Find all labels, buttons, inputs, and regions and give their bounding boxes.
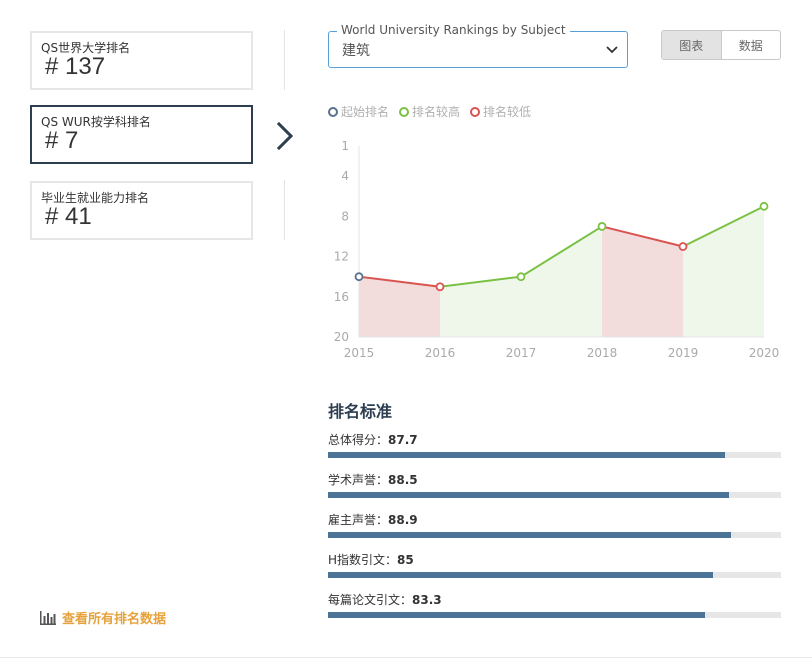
criteria-bar-fill [328,452,726,458]
chart-view-button[interactable]: 图表 [662,31,722,59]
criteria-bar-fill [328,612,706,618]
chart-area-segment [521,226,602,337]
chart-x-tick-label: 2020 [749,346,780,360]
legend-label: 排名较低 [483,105,532,119]
ranking-card-employability[interactable]: 毕业生就业能力排名 # 41 [30,181,253,240]
subject-select-legend: World University Rankings by Subject [337,23,570,37]
ranking-card-value: # 137 [45,53,106,80]
criteria-score: 88.9 [388,513,418,527]
legend-item-lower[interactable]: 排名较低 [470,103,531,120]
ranking-card-world[interactable]: QS世界大学排名 # 137 [30,31,253,90]
chart-data-point [354,272,364,282]
chart-data-point [597,222,607,231]
subject-select-value: 建筑 [342,43,370,59]
legend-item-higher[interactable]: 排名较高 [399,103,460,120]
criteria-bar-track [328,612,781,618]
legend-dot [328,106,338,117]
divider [284,30,285,90]
criteria-bar-fill [328,532,731,538]
chart-x-tick-label: 2016 [425,346,456,360]
chart-x-tick-label: 2018 [587,346,618,360]
criteria-bar-track [328,492,781,498]
bar-chart-icon [40,610,56,625]
legend-dot [470,106,481,117]
criteria-bar-track [328,452,781,458]
chart-y-tick-label: 12 [334,250,349,264]
legend-label: 起始排名 [341,105,390,119]
criteria-item: 学术声誉：88.5 [328,471,781,498]
legend-label: 排名较高 [412,105,461,119]
chart-y-tick-label: 8 [341,209,349,223]
criteria-name: 雇主声誉： [328,513,389,527]
criteria-item: 每篇论文引文：83.3 [328,591,781,618]
criteria-label: H指数引文：85 [328,551,781,567]
chart-y-tick-label: 1 [341,139,349,153]
legend-item-start[interactable]: 起始排名 [328,103,389,120]
chart-x-tick-label: 2017 [506,346,537,360]
criteria-name: 每篇论文引文： [328,593,413,607]
chart-data-point [678,242,688,251]
chart-data-point [759,201,769,211]
chart-x-tick-label: 2019 [668,346,699,360]
legend-dot [399,106,410,117]
divider [0,657,812,658]
criteria-name: H指数引文： [328,553,398,567]
criteria-bar-fill [328,572,714,578]
chart-legend: 起始排名 排名较高 排名较低 [328,103,531,120]
criteria-item: H指数引文：85 [328,551,781,578]
divider [284,180,285,240]
criteria-bar-fill [328,492,729,498]
criteria-name: 总体得分： [328,433,389,447]
criteria-bar-track [328,572,781,578]
chevron-down-icon [606,46,618,54]
chart-y-tick-label: 4 [341,169,349,183]
subject-select[interactable]: World University Rankings by Subject 建筑 [328,23,628,68]
chevron-right-icon [276,121,294,151]
ranking-card-value: # 41 [45,203,92,230]
view-all-rankings-link[interactable]: 查看所有排名数据 [40,608,166,627]
view-all-rankings-label: 查看所有排名数据 [62,612,167,627]
chart-data-point [435,282,445,292]
criteria-label: 学术声誉：88.5 [328,471,781,487]
chart-data-point [516,272,526,282]
criteria-item: 雇主声誉：88.9 [328,511,781,538]
criteria-label: 总体得分：87.7 [328,431,781,447]
chart-x-tick-label: 2015 [344,346,375,360]
criteria-score: 87.7 [388,433,418,447]
criteria-label: 每篇论文引文：83.3 [328,591,781,607]
criteria-label: 雇主声誉：88.9 [328,511,781,527]
chart-y-tick-label: 16 [334,290,349,304]
ranking-card-value: # 7 [45,127,79,154]
criteria-title: 排名标准 [328,402,393,421]
criteria-score: 88.5 [388,473,418,487]
criteria-bar-track [328,532,781,538]
ranking-card-subject[interactable]: QS WUR按学科排名 # 7 [30,105,253,164]
ranking-chart: 1 4 8 12 16 20 2015 2016 2017 2018 2019 2020 [334,139,780,360]
data-view-button[interactable]: 数据 [722,31,781,59]
view-toggle: 图表 数据 [661,30,781,60]
criteria-item: 总体得分：87.7 [328,431,781,458]
chart-y-tick-label: 20 [334,330,349,344]
criteria-name: 学术声誉： [328,473,389,487]
criteria-score: 85 [397,553,414,567]
criteria-score: 83.3 [412,593,442,607]
